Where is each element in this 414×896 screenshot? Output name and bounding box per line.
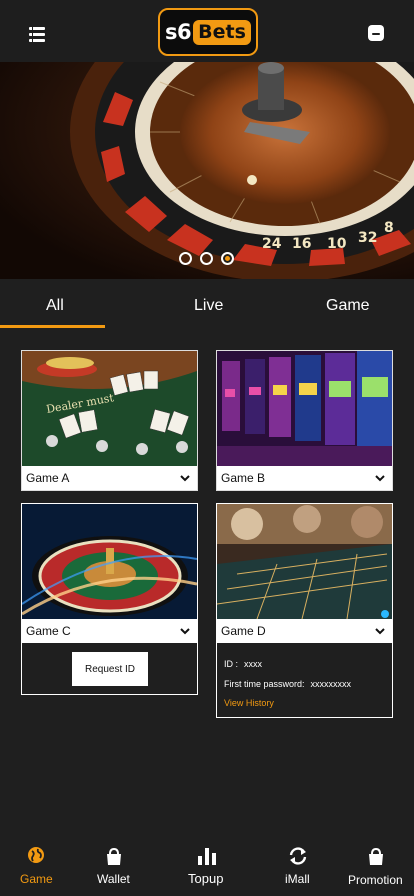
promo-banner[interactable]: 24 16 10 32 8: [0, 62, 414, 279]
banner-dot-2[interactable]: [200, 252, 213, 265]
tab-all[interactable]: All: [46, 297, 64, 315]
nav-label: Promotion: [348, 873, 403, 887]
tab-live[interactable]: Live: [194, 297, 223, 315]
nav-wallet[interactable]: Wallet: [80, 836, 150, 896]
roulette-banner-image: 24 16 10 32 8: [0, 62, 414, 279]
password-row: First time password: xxxxxxxxx: [224, 679, 351, 689]
svg-text:8: 8: [384, 220, 394, 236]
svg-text:16: 16: [292, 236, 311, 252]
active-tab-indicator: [0, 325, 105, 328]
nav-game[interactable]: Game: [0, 836, 72, 896]
game-name: Game B: [221, 471, 266, 485]
nav-label: Wallet: [97, 872, 130, 886]
refresh-icon: [289, 847, 307, 865]
top-header: s6 Bets: [0, 0, 414, 62]
category-tabs: All Live Game: [0, 279, 414, 331]
logo-text-right: Bets: [193, 19, 251, 45]
banner-dot-1[interactable]: [179, 252, 192, 265]
user-icon[interactable]: [368, 25, 384, 41]
nav-label: iMall: [285, 872, 310, 886]
svg-text:24: 24: [262, 236, 282, 252]
bar-chart-icon: [198, 848, 216, 865]
nav-label: Game: [20, 872, 53, 886]
svg-text:10: 10: [327, 236, 347, 252]
password-label: First time password:: [224, 679, 305, 689]
game-card-d: Game D ID : xxxx First time password: xxxx…: [216, 503, 393, 718]
banner-dot-3[interactable]: [221, 252, 234, 265]
bag-icon: [107, 848, 121, 865]
view-history-link[interactable]: View History: [224, 698, 274, 708]
account-id-row: ID : xxxx: [224, 659, 262, 669]
chevron-down-icon: [180, 627, 190, 634]
chevron-down-icon: [375, 475, 385, 482]
bag-icon: [369, 848, 383, 865]
game-name: Game C: [26, 623, 71, 638]
globe-icon: [28, 847, 44, 863]
tab-game[interactable]: Game: [326, 297, 370, 315]
nav-promotion[interactable]: Promotion: [344, 836, 414, 896]
bottom-navigation: Game Wallet Topup iMall Promotion: [0, 836, 414, 896]
chevron-down-icon: [375, 627, 385, 634]
account-id-label: ID :: [224, 659, 239, 669]
game-name: Game A: [26, 471, 70, 485]
game-select-d[interactable]: Game D: [217, 619, 392, 643]
nav-label: Topup: [188, 871, 224, 886]
slot-machines-image[interactable]: [217, 351, 392, 466]
account-id-value: xxxx: [244, 659, 263, 669]
game-select-b[interactable]: Game B: [217, 466, 392, 490]
password-value: xxxxxxxxx: [310, 679, 352, 689]
roulette-wheel-image[interactable]: [22, 504, 197, 619]
game-select-c[interactable]: Game C: [22, 619, 197, 643]
logo-text-left: s6: [165, 20, 192, 44]
menu-icon[interactable]: [29, 27, 45, 43]
nav-topup[interactable]: Topup: [176, 836, 238, 896]
blackjack-table-image[interactable]: Dealer must: [22, 351, 197, 466]
chevron-down-icon: [180, 475, 190, 482]
game-card-b: Game B: [216, 350, 393, 491]
game-card-a: Dealer must Game A: [21, 350, 198, 491]
svg-text:32: 32: [358, 230, 377, 246]
casino-table-image[interactable]: [217, 504, 392, 619]
game-name: Game D: [221, 623, 266, 638]
request-id-button[interactable]: Request ID: [72, 652, 148, 686]
banner-pagination: [179, 252, 234, 265]
nav-imall[interactable]: iMall: [266, 836, 328, 896]
game-select-a[interactable]: Game A: [22, 466, 197, 490]
brand-logo[interactable]: s6 Bets: [158, 8, 258, 56]
game-card-c: Game C Request ID: [21, 503, 198, 695]
